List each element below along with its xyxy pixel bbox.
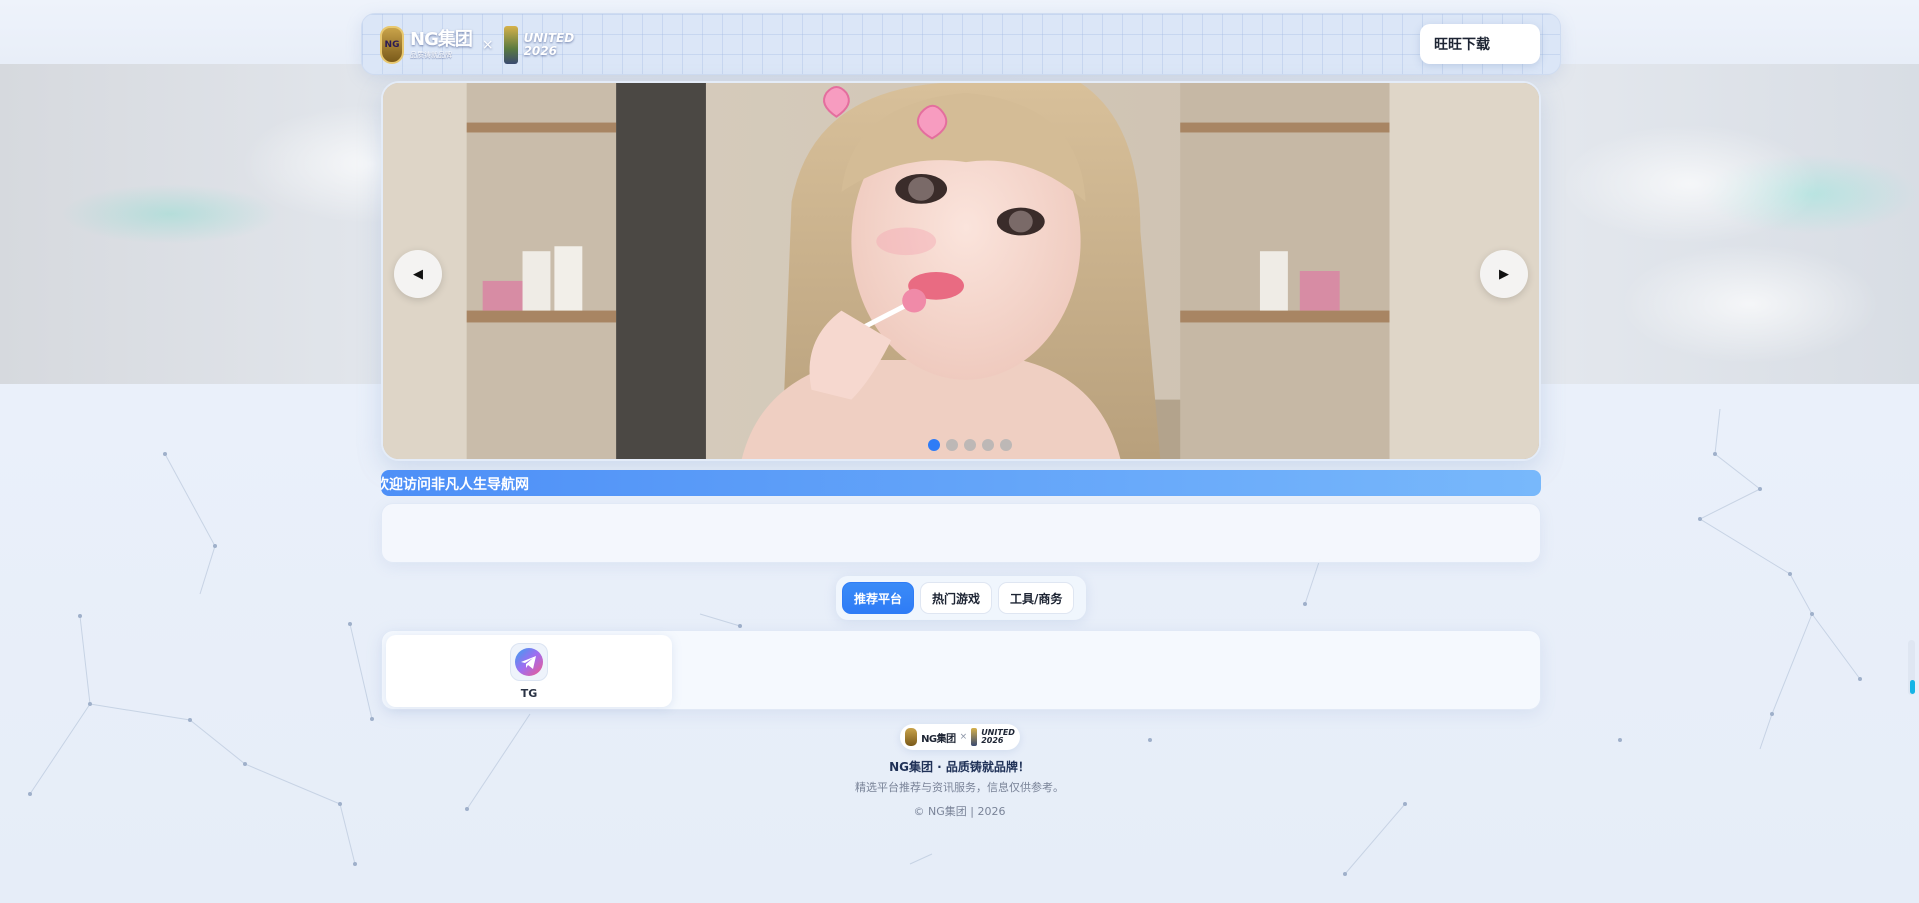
carousel-dot[interactable] [964,439,976,451]
tab-recommended[interactable]: 推荐平台 [842,582,915,614]
collab-x: × [481,37,494,53]
footer-copyright: © NG集团 | 2026 [913,805,1006,818]
marquee-text: 欢迎访问非凡人生导航网 [381,477,529,493]
carousel-next-button[interactable]: ▶ [1480,250,1528,298]
platform-grid: TG [381,630,1541,710]
brand-name: NG集团 [410,29,473,50]
partner-logo: UNITED 2026 [523,31,575,58]
notice-panel [381,503,1541,563]
ng-emblem-icon [905,728,918,746]
carousel-dots [928,439,1012,451]
platform-item-tg[interactable]: TG [386,635,672,707]
notice-marquee: 欢迎访问非凡人生导航网 [381,470,1541,496]
trophy-icon [971,728,978,746]
category-tabs: 推荐平台 热门游戏 工具/商务 [836,576,1086,620]
banner-carousel[interactable]: ◀ ▶ [381,81,1541,461]
tab-hot-games[interactable]: 热门游戏 [920,582,993,614]
carousel-dot[interactable] [1000,439,1012,451]
carousel-dot[interactable] [982,439,994,451]
wangwang-download-button[interactable]: 旺旺下载 [1420,24,1540,64]
ng-emblem-icon: NG [380,26,404,64]
banner-image [383,83,1539,459]
telegram-icon [510,643,548,681]
carousel-dot[interactable] [946,439,958,451]
site-logo[interactable]: NG NG集团 品质铸就品牌 × UNITED 2026 [380,24,574,66]
tab-tools-business[interactable]: 工具/商务 [998,582,1075,614]
scrollbar-thumb[interactable] [1910,680,1915,694]
footer-description: 精选平台推荐与资讯服务，信息仅供参考。 [855,781,1064,794]
platform-label: TG [520,687,538,700]
carousel-prev-button[interactable]: ◀ [394,250,442,298]
site-header: NG NG集团 品质铸就品牌 × UNITED 2026 旺旺下载 [361,13,1561,75]
carousel-dot[interactable] [928,439,940,451]
brand-sub: 品质铸就品牌 [410,51,452,59]
trophy-icon [503,26,518,64]
footer-logo: NG集团 × UNITED 2026 [900,724,1020,750]
footer-slogan: NG集团 · 品质铸就品牌！ [889,760,1030,774]
